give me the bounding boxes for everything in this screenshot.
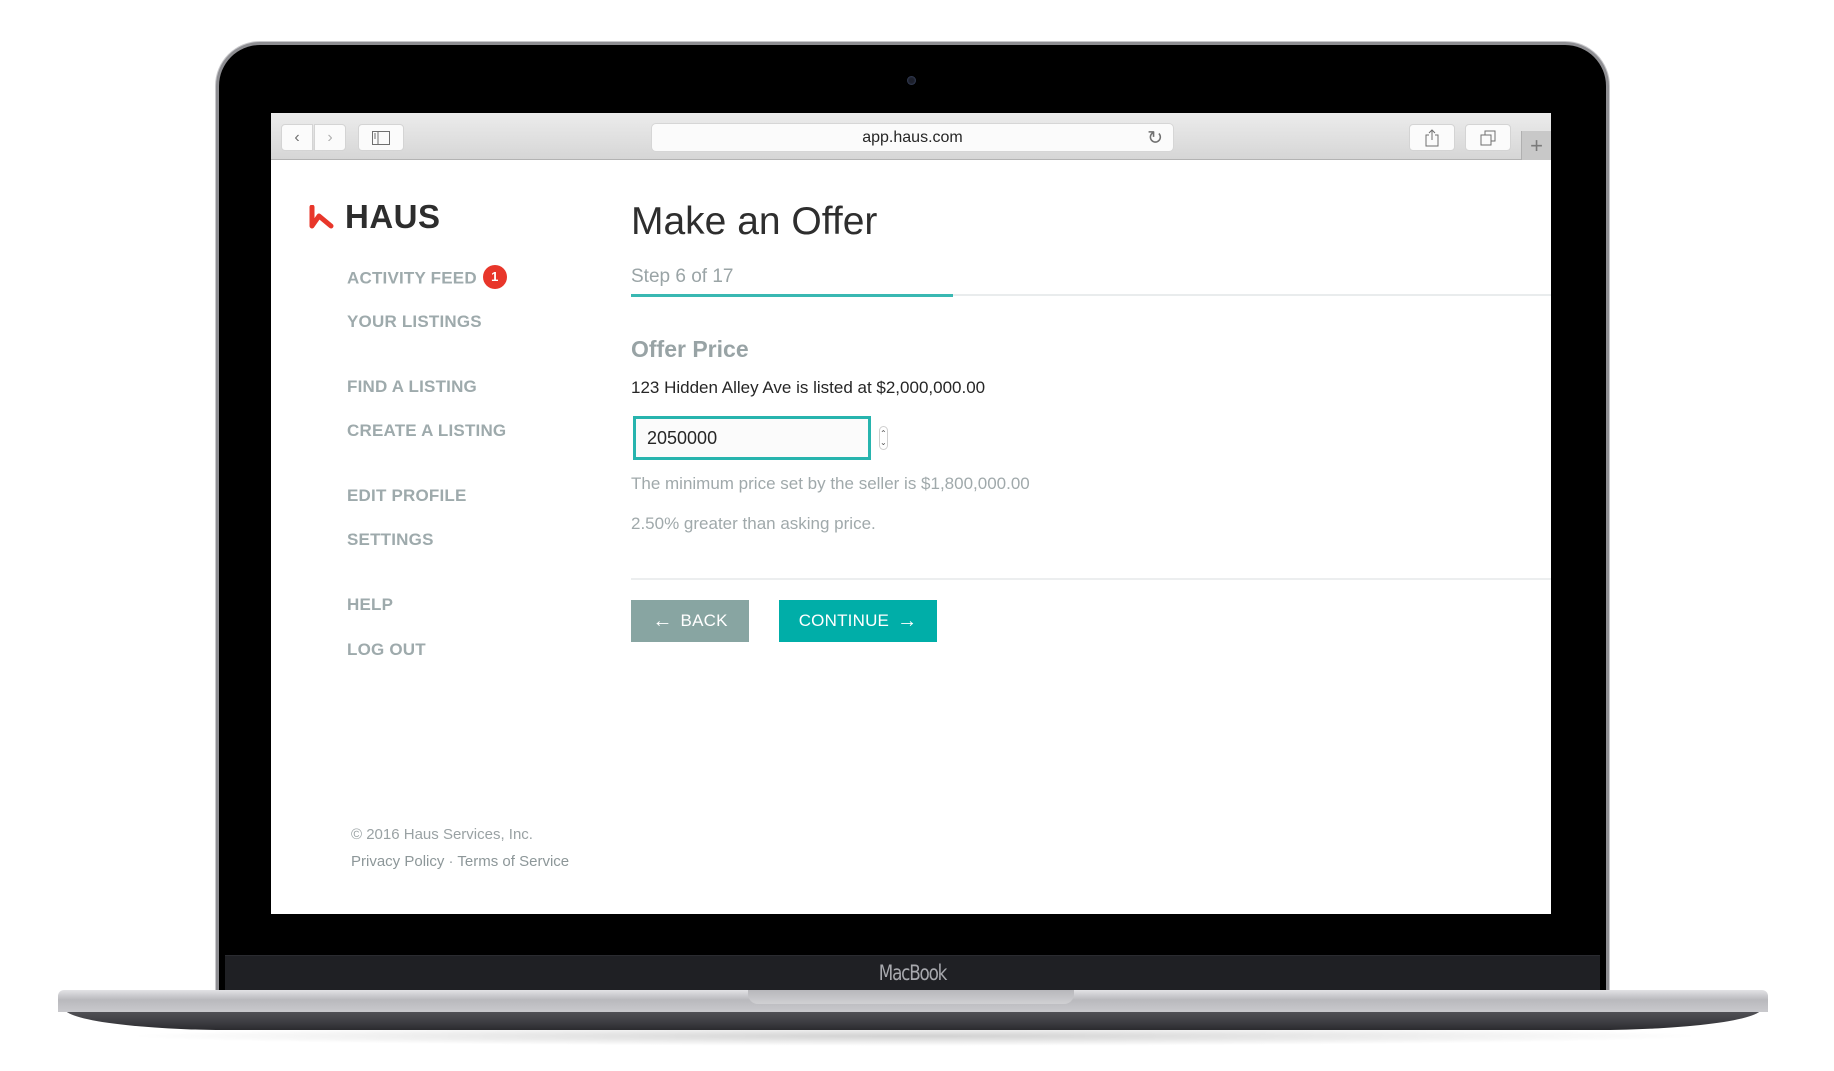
macbook-label: MacBook <box>878 961 948 985</box>
percent-over-asking-hint: 2.50% greater than asking price. <box>631 514 876 533</box>
stepper-down-icon[interactable]: ⌄ <box>880 438 887 447</box>
sidebar-item-activity-feed[interactable]: ACTIVITY FEED 1 <box>347 265 507 291</box>
sidebar-item-edit-profile[interactable]: EDIT PROFILE <box>347 486 467 506</box>
listing-price-info: 123 Hidden Alley Ave is listed at $2,000… <box>631 378 986 397</box>
privacy-policy-link[interactable]: Privacy Policy <box>351 853 444 870</box>
share-icon <box>1425 128 1439 146</box>
share-button[interactable] <box>1409 124 1455 151</box>
number-stepper[interactable]: ⌃ ⌄ <box>879 426 888 450</box>
sidebar-footer: © 2016 Haus Services, Inc. Privacy Polic… <box>351 821 569 875</box>
tabs-overview-icon <box>1480 130 1496 145</box>
notification-badge: 1 <box>482 265 507 289</box>
form-divider <box>631 578 1551 580</box>
step-indicator: Step 6 of 17 <box>631 266 734 287</box>
footer-separator: · <box>444 853 458 870</box>
camera-icon <box>907 76 916 85</box>
sidebar-item-find-a-listing[interactable]: FIND A LISTING <box>347 377 477 397</box>
laptop-base <box>58 990 1768 1012</box>
sidebar-item-label: CREATE A LISTING <box>347 421 507 440</box>
back-step-button[interactable]: ← BACK <box>631 600 749 642</box>
sidebar-item-settings[interactable]: SETTINGS <box>347 530 434 550</box>
continue-button-label: CONTINUE <box>798 611 890 630</box>
minimum-price-hint: The minimum price set by the seller is $… <box>631 474 1030 493</box>
browser-toolbar: ‹ › app.haus.com ↻ + <box>271 113 1551 160</box>
laptop-notch <box>748 990 1074 1004</box>
app-content: HAUS ACTIVITY FEED 1 YOUR LISTINGS FIND A… <box>271 160 1551 914</box>
sidebar-icon <box>372 130 390 145</box>
sidebar-item-create-a-listing[interactable]: CREATE A LISTING <box>347 421 506 441</box>
offer-price-field[interactable]: ⌃ ⌄ <box>633 416 888 460</box>
chevron-right-icon: › <box>327 128 333 146</box>
browser-window: ‹ › app.haus.com ↻ + HAUS ACTIVITY FEED … <box>271 113 1551 914</box>
sidebar-item-label: SETTINGS <box>347 530 434 549</box>
forward-button[interactable]: › <box>314 124 346 151</box>
sidebar-item-label: ACTIVITY FEED <box>347 268 477 288</box>
step-progress-fill <box>631 294 953 297</box>
copyright-text: © 2016 Haus Services, Inc. <box>351 826 533 843</box>
sidebar-item-label: HELP <box>347 595 394 614</box>
reload-icon[interactable]: ↻ <box>1147 127 1163 150</box>
sidebar-item-your-listings[interactable]: YOUR LISTINGS <box>347 312 482 332</box>
haus-logo[interactable]: HAUS <box>309 198 441 236</box>
back-button[interactable]: ‹ <box>281 124 313 151</box>
plus-icon: + <box>1530 132 1543 158</box>
stepper-up-icon[interactable]: ⌃ <box>880 429 887 438</box>
sidebar-toggle-button[interactable] <box>358 124 404 151</box>
new-tab-button[interactable]: + <box>1521 131 1551 160</box>
sidebar-item-label: LOG OUT <box>347 640 426 659</box>
url-text: app.haus.com <box>862 128 963 146</box>
back-button-label: BACK <box>680 611 728 630</box>
terms-of-service-link[interactable]: Terms of Service <box>457 853 569 870</box>
offer-price-input[interactable] <box>636 427 879 449</box>
address-bar[interactable]: app.haus.com ↻ <box>651 123 1174 152</box>
sidebar-item-help[interactable]: HELP <box>347 595 393 615</box>
section-title: Offer Price <box>631 336 749 362</box>
laptop-chin: MacBook <box>225 955 1600 993</box>
haus-logo-icon <box>309 205 334 229</box>
page-title: Make an Offer <box>631 200 878 243</box>
arrow-left-icon: ← <box>652 609 673 632</box>
sidebar-item-label: YOUR LISTINGS <box>347 312 482 331</box>
arrow-right-icon: → <box>897 609 918 632</box>
sidebar-item-log-out[interactable]: LOG OUT <box>347 640 426 660</box>
chevron-left-icon: ‹ <box>294 128 300 146</box>
sidebar-item-label: EDIT PROFILE <box>347 486 467 505</box>
tabs-overview-button[interactable] <box>1465 124 1511 151</box>
step-progress-bar <box>631 294 1551 297</box>
sidebar-item-label: FIND A LISTING <box>347 377 477 396</box>
continue-button[interactable]: CONTINUE → <box>779 600 937 642</box>
brand-name: HAUS <box>345 198 441 235</box>
